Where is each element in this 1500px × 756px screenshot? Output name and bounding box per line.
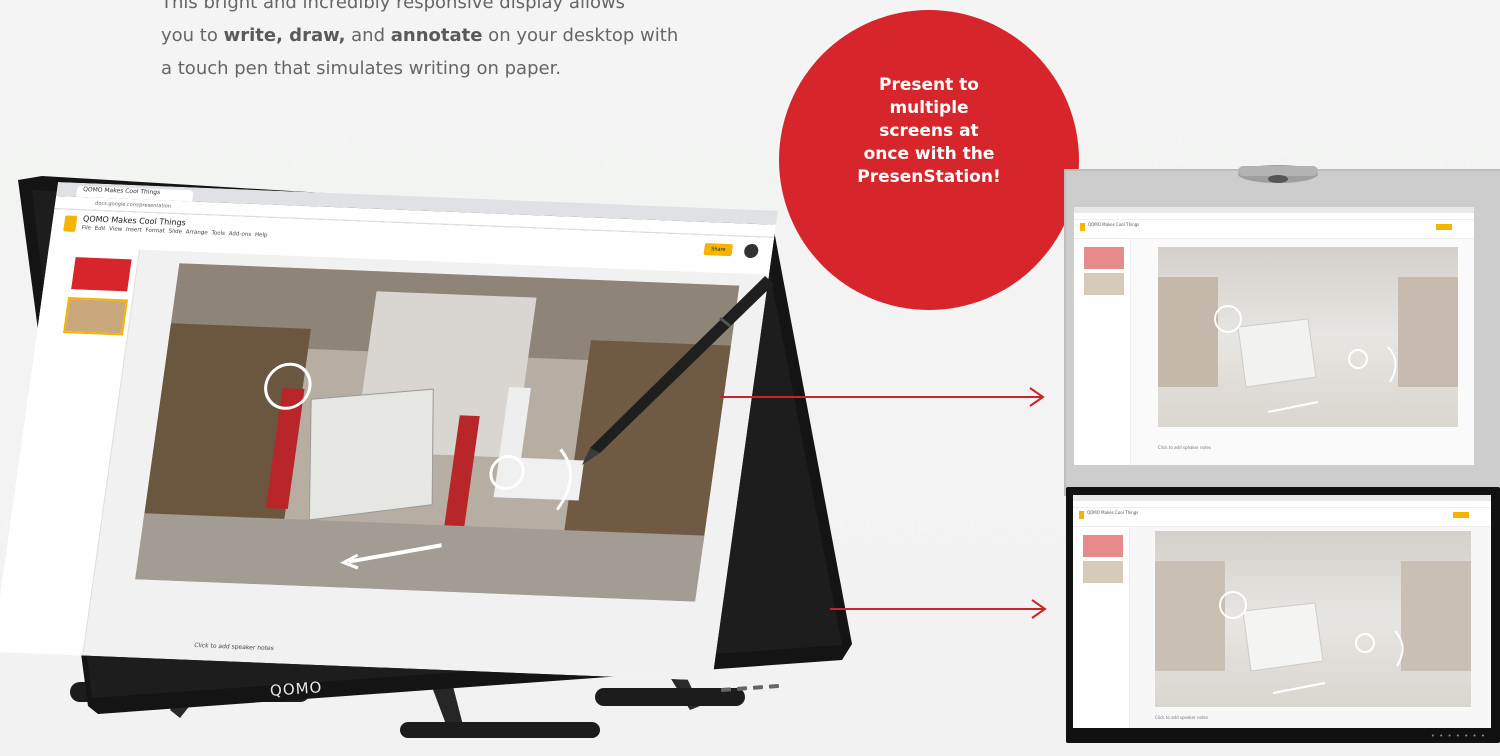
tv-share [1453,512,1469,518]
tv-filmstrip [1073,527,1130,728]
slide-thumbnail-2[interactable] [63,296,128,336]
projector-share [1436,224,1452,230]
hw-button[interactable] [720,687,732,693]
projected-display: QOMO Makes Cool Things Click to add spea… [1074,207,1474,465]
share-button[interactable]: Share [703,243,734,257]
tv-doc-title: QOMO Makes Cool Things [1087,510,1139,515]
tv-indicator-dots: • • • • • • • [1430,732,1486,740]
tv-slide [1155,531,1471,707]
pen-stylus-icon [582,276,774,465]
slides-logo-icon [63,215,78,232]
qomo-logo: QOMO [269,678,323,700]
intro-bold-write-draw: write, draw, [223,25,346,46]
intro-paragraph: This bright and incredibly responsive di… [161,0,721,85]
pen-display-tablet: QOMO Makes Cool Things docs.google.com/p… [0,150,860,756]
badge-text: Present to multiple screens at once with… [857,74,1001,187]
projector-filmstrip [1074,239,1131,465]
projector-slide [1158,247,1458,427]
hw-button[interactable] [752,685,764,690]
intro-line-3: a touch pen that simulates writing on pa… [161,58,562,79]
projector-notes: Click to add speaker notes [1158,445,1212,450]
speaker-notes[interactable]: Click to add speaker notes [194,642,275,652]
slides-logo-icon [1080,223,1085,231]
intro-line-1: This bright and incredibly responsive di… [161,0,626,13]
tv-display: QOMO Makes Cool Things Click to add spea… [1073,495,1491,728]
slide-thumbnail-1[interactable] [71,257,132,292]
intro-bold-annotate: annotate [390,25,483,46]
tv-monitor: QOMO Makes Cool Things Click to add spea… [1066,487,1500,743]
arrow-right-icon [720,387,1045,407]
camera-icon [1238,165,1318,183]
slides-logo-icon [1079,511,1084,519]
hw-button[interactable] [768,683,780,689]
tv-notes: Click to add speaker notes [1155,715,1209,720]
hw-button[interactable] [736,686,748,691]
menu-bar[interactable]: File Edit View Insert Format Slide Arran… [81,225,268,238]
projector-screen: QOMO Makes Cool Things Click to add spea… [1064,169,1500,496]
projector-doc-title: QOMO Makes Cool Things [1088,222,1140,227]
avatar[interactable] [743,243,760,259]
arrow-right-icon [830,599,1047,619]
intro-line-2: you to write, draw, and annotate on your… [161,25,679,46]
